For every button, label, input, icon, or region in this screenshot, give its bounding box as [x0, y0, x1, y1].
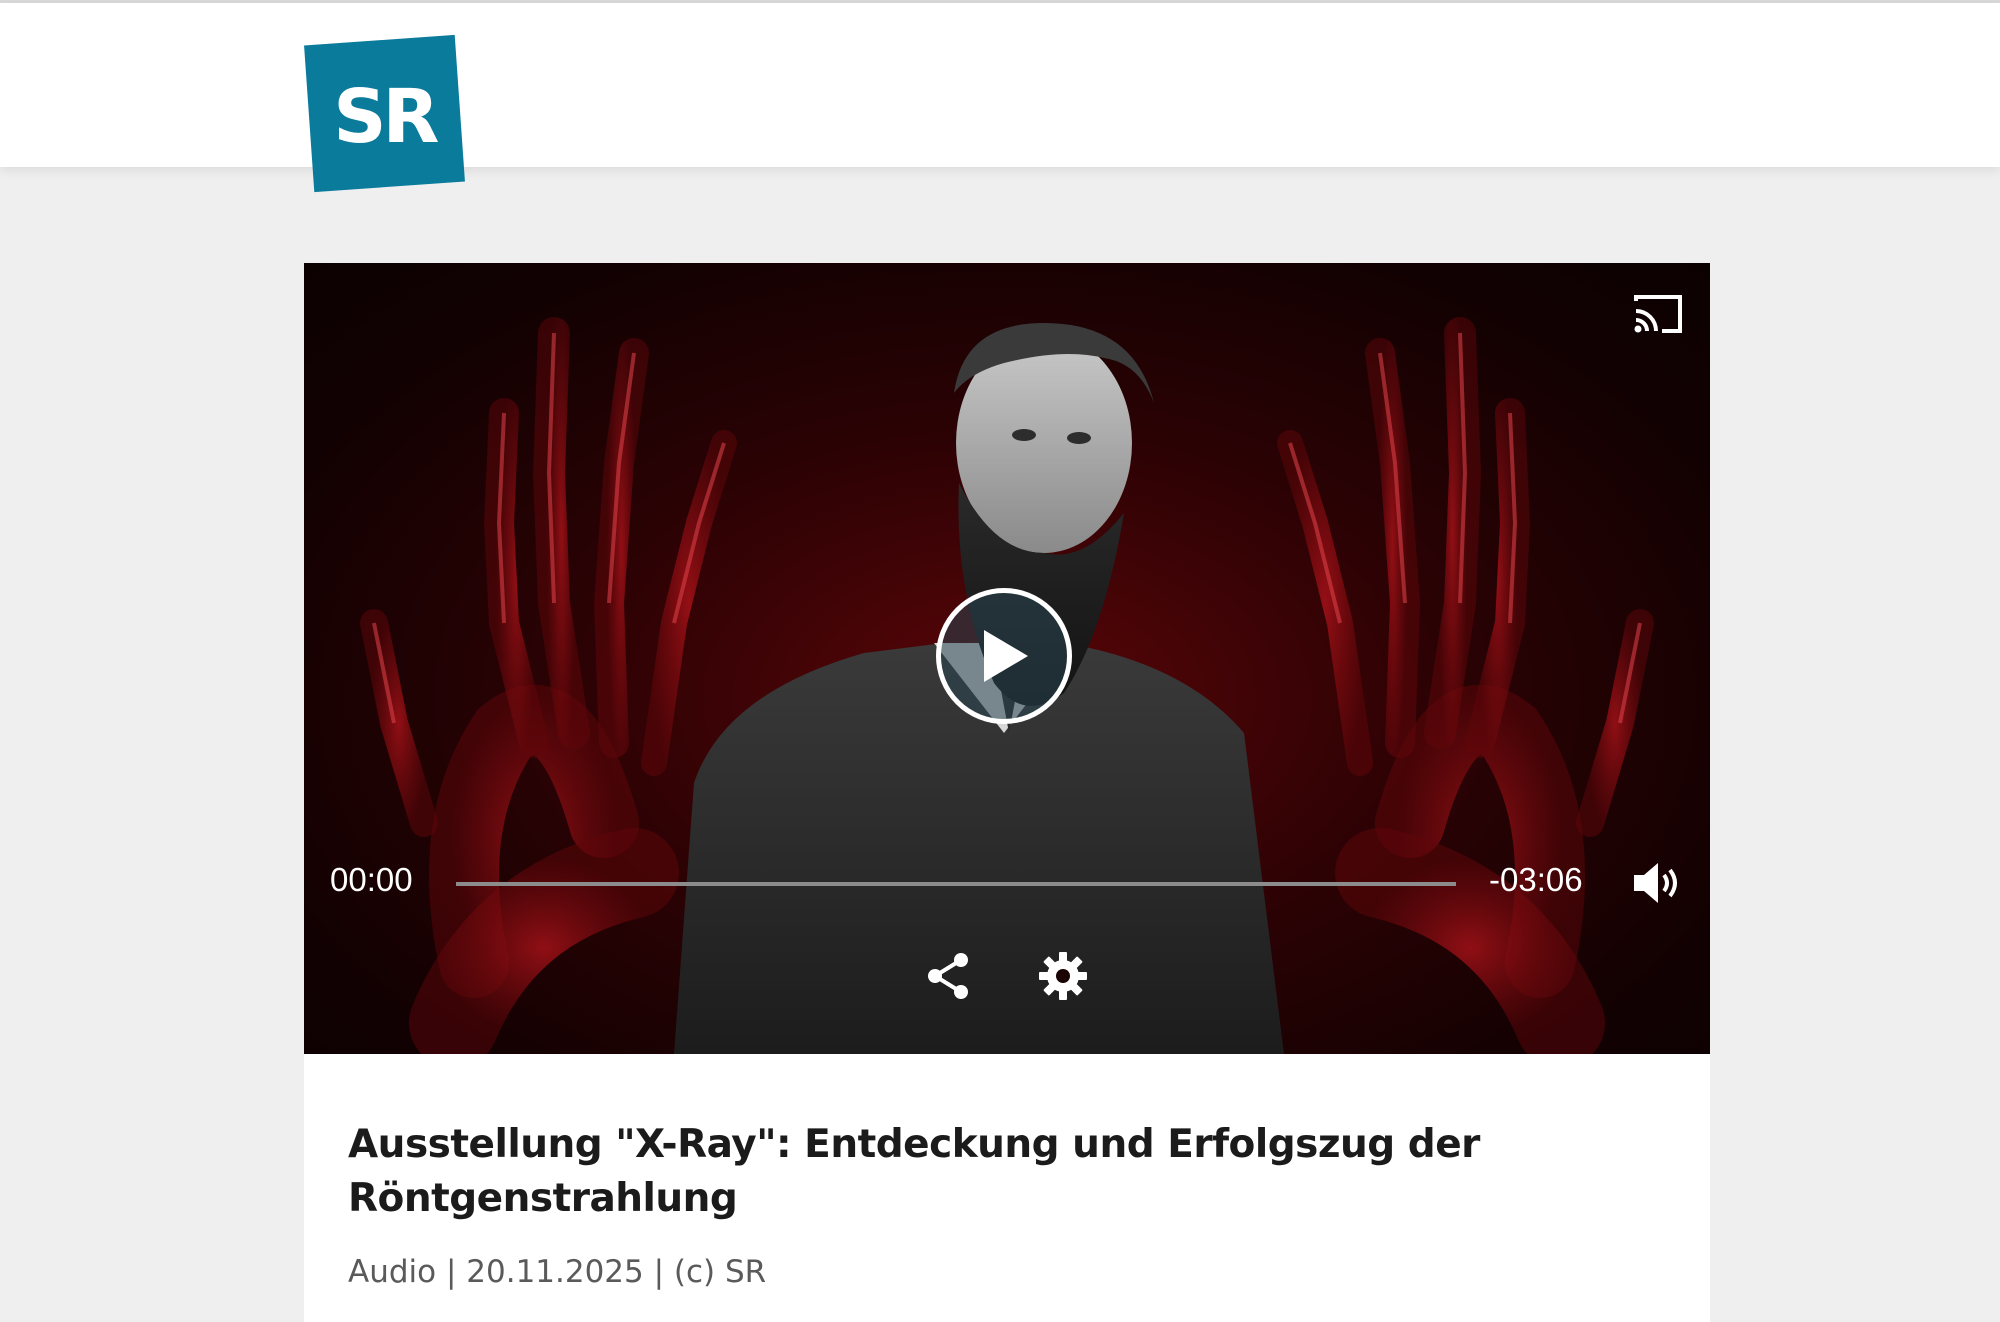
- volume-button[interactable]: [1630, 860, 1686, 906]
- share-icon: [928, 953, 968, 999]
- article-title: Ausstellung "X-Ray": Entdeckung und Erfo…: [348, 1122, 1480, 1221]
- cast-button[interactable]: [1632, 293, 1684, 335]
- site-header: [0, 3, 2000, 167]
- play-icon: [984, 630, 1028, 682]
- sr-logo[interactable]: SR: [304, 34, 465, 193]
- volume-icon: [1634, 863, 1677, 903]
- logo-text: SR: [333, 73, 436, 160]
- audio-player[interactable]: 00:00 -03:06: [304, 263, 1710, 1054]
- article-meta: Audio | 20.11.2025 | (c) SR: [348, 1254, 767, 1290]
- share-button[interactable]: [921, 948, 977, 1004]
- current-time: 00:00: [330, 861, 413, 898]
- cast-icon: [1634, 295, 1682, 333]
- progress-bar[interactable]: [456, 882, 1456, 886]
- settings-button[interactable]: [1035, 948, 1091, 1004]
- remaining-time: -03:06: [1489, 861, 1583, 898]
- gear-icon: [1039, 952, 1087, 1000]
- play-button[interactable]: [936, 588, 1072, 724]
